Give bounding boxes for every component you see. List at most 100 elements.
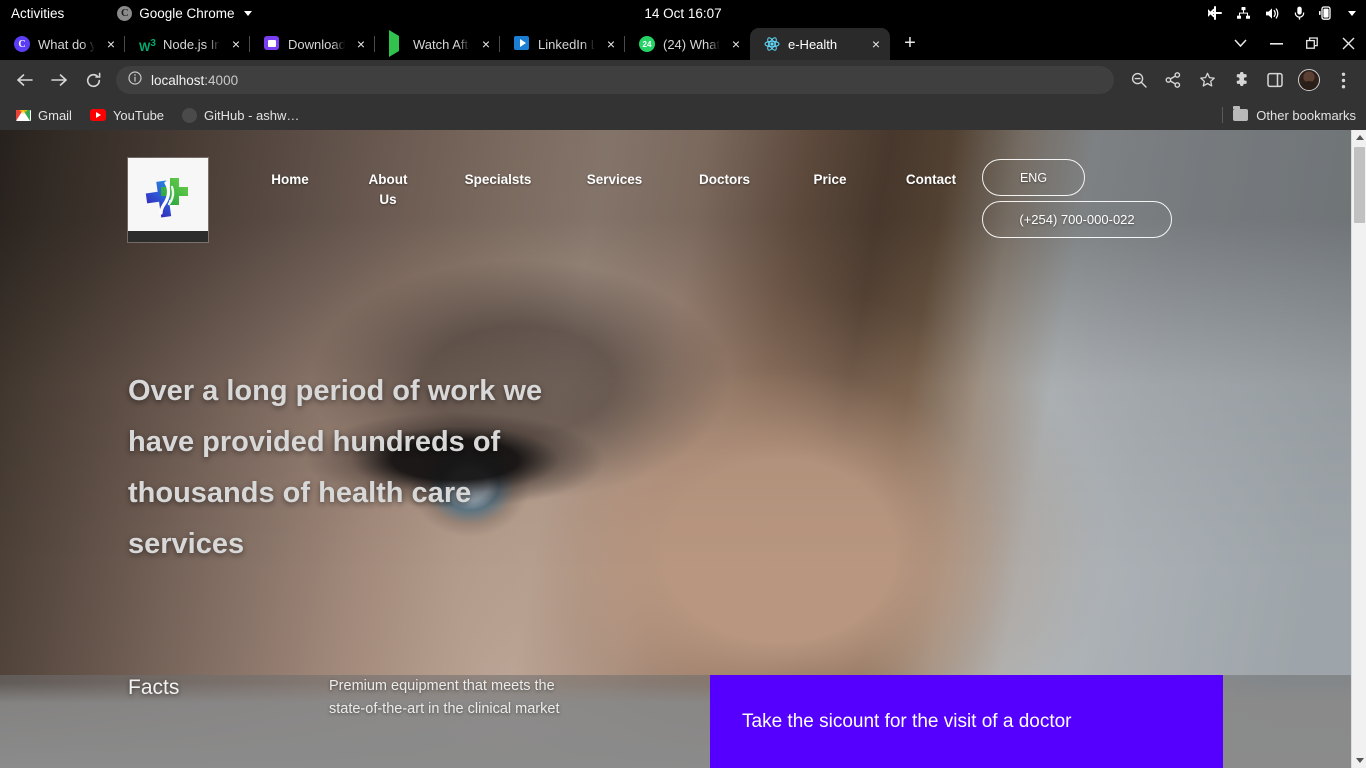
- hero-heading: Over a long period of work we have provi…: [128, 366, 643, 570]
- extensions-icon[interactable]: [1224, 63, 1258, 97]
- page-scrollbar[interactable]: [1351, 130, 1366, 768]
- browser-tab[interactable]: W3 Node.js Introd ×: [125, 28, 250, 60]
- network-icon: [1236, 6, 1251, 20]
- app-menu-label: Google Chrome: [139, 5, 235, 21]
- browser-tab[interactable]: C What do you h ×: [0, 28, 125, 60]
- browser-tab[interactable]: Watch After E ×: [375, 28, 500, 60]
- browser-tab-active[interactable]: e-Health ×: [750, 28, 890, 60]
- toolbar-right-actions: [1122, 63, 1366, 97]
- hero-heading-line: thousands of health care: [128, 477, 472, 509]
- battery-icon: [1319, 6, 1332, 20]
- nav-item-contact[interactable]: Contact: [891, 170, 971, 190]
- download-icon: [264, 36, 280, 52]
- whatsapp-icon: 24: [639, 36, 655, 52]
- tab-title: (24) WhatsApp: [663, 36, 720, 52]
- browser-tab[interactable]: 24 (24) WhatsApp ×: [625, 28, 750, 60]
- youtube-icon: [89, 109, 106, 121]
- bookmark-gmail[interactable]: Gmail: [7, 103, 81, 127]
- tab-close-button[interactable]: ×: [353, 36, 369, 52]
- react-icon: [764, 36, 780, 52]
- medical-cross-logo-icon: [145, 178, 188, 218]
- tab-close-button[interactable]: ×: [478, 36, 494, 52]
- facts-description: Premium equipment that meets the state-o…: [329, 678, 560, 717]
- site-logo[interactable]: [128, 158, 208, 242]
- browser-tab[interactable]: LinkedIn Learn ×: [500, 28, 625, 60]
- promo-banner[interactable]: Take the sicount for the visit of a doct…: [710, 675, 1223, 768]
- tab-close-button[interactable]: ×: [868, 36, 884, 52]
- tab-close-button[interactable]: ×: [228, 36, 244, 52]
- activities-button[interactable]: Activities: [11, 6, 64, 21]
- system-menu-caret-icon: [1348, 10, 1356, 16]
- tab-close-button[interactable]: ×: [103, 36, 119, 52]
- facts-label: Facts: [128, 676, 180, 699]
- language-button[interactable]: ENG: [982, 159, 1085, 196]
- nav-item-about-us[interactable]: About Us: [353, 170, 423, 210]
- profile-avatar[interactable]: [1292, 63, 1326, 97]
- back-icon[interactable]: [8, 63, 42, 97]
- app-menu-google-chrome[interactable]: C Google Chrome: [117, 5, 252, 21]
- zoom-out-icon[interactable]: [1122, 63, 1156, 97]
- chevron-down-icon: [243, 10, 252, 16]
- linkedin-icon: [514, 36, 530, 52]
- forward-icon[interactable]: [42, 63, 76, 97]
- reload-icon[interactable]: [76, 63, 110, 97]
- chrome-icon: C: [117, 5, 133, 21]
- tab-title: Watch After E: [413, 36, 470, 52]
- volume-icon: [1265, 7, 1280, 20]
- bookmark-github[interactable]: GitHub - ashw…: [173, 103, 308, 127]
- site-header: Home About Us Specialsts Services Doctor…: [0, 130, 1354, 250]
- bookmark-youtube[interactable]: YouTube: [81, 103, 173, 127]
- nav-item-home[interactable]: Home: [255, 170, 325, 190]
- share-icon[interactable]: [1156, 63, 1190, 97]
- bookmarks-bar: Gmail YouTube GitHub - ashw… Other bookm…: [0, 100, 1366, 130]
- site-info-icon[interactable]: [128, 70, 142, 90]
- hero-heading-line: services: [128, 528, 245, 560]
- nav-item-services[interactable]: Services: [577, 170, 652, 190]
- tab-close-button[interactable]: ×: [728, 36, 744, 52]
- hero-heading-line: Over a long period of work we: [128, 375, 543, 407]
- tab-close-button[interactable]: ×: [603, 36, 619, 52]
- nav-item-price[interactable]: Price: [800, 170, 860, 190]
- divider: [1222, 107, 1224, 123]
- browser-tab[interactable]: Download and ×: [250, 28, 375, 60]
- hero-heading-line: have provided hundreds of: [128, 426, 501, 458]
- bookmark-label: YouTube: [112, 107, 165, 123]
- nav-item-specialsts[interactable]: Specialsts: [453, 170, 543, 190]
- maximize-restore-button[interactable]: [1294, 29, 1330, 57]
- gmail-icon: [16, 109, 31, 121]
- minimize-button[interactable]: [1258, 29, 1294, 57]
- github-icon: [182, 107, 198, 123]
- tab-title: LinkedIn Learn: [538, 36, 595, 52]
- new-tab-button[interactable]: +: [896, 30, 924, 58]
- chrome-menu-icon[interactable]: [1326, 63, 1360, 97]
- phone-number-button[interactable]: (+254) 700-000-022: [982, 201, 1172, 238]
- address-bar-text: localhost:4000: [151, 72, 239, 88]
- browser-toolbar: localhost:4000: [0, 60, 1366, 100]
- network-vpn-icon: [1208, 6, 1222, 20]
- bookmark-label: Gmail: [38, 107, 72, 123]
- page-viewport: Home About Us Specialsts Services Doctor…: [0, 130, 1366, 768]
- tab-title: Download and: [288, 36, 345, 52]
- other-bookmarks-button[interactable]: Other bookmarks: [1222, 106, 1366, 123]
- system-tray[interactable]: [1208, 6, 1356, 20]
- scrollbar-thumb[interactable]: [1354, 147, 1365, 223]
- tab-title: Node.js Introd: [163, 36, 220, 52]
- bookmark-star-icon[interactable]: [1190, 63, 1224, 97]
- scroll-down-arrow-icon[interactable]: [1352, 753, 1366, 768]
- site-nav: Home About Us Specialsts Services Doctor…: [255, 170, 975, 210]
- close-window-button[interactable]: [1330, 29, 1366, 57]
- folder-icon: [1233, 106, 1249, 121]
- w3schools-icon: W3: [139, 38, 156, 54]
- browser-tab-strip: C What do you h × W3 Node.js Introd × Do…: [0, 26, 1366, 60]
- microphone-icon: [1294, 6, 1305, 20]
- window-controls: [1222, 29, 1366, 57]
- nav-item-doctors[interactable]: Doctors: [687, 170, 762, 190]
- promo-banner-text: Take the sicount for the visit of a doct…: [742, 710, 1072, 732]
- claude-icon: C: [14, 36, 30, 52]
- side-panel-icon[interactable]: [1258, 63, 1292, 97]
- address-bar[interactable]: localhost:4000: [116, 66, 1114, 94]
- bookmark-label: GitHub - ashw…: [204, 107, 300, 123]
- scroll-up-arrow-icon[interactable]: [1352, 130, 1366, 145]
- tab-title: e-Health: [788, 36, 838, 52]
- tab-search-icon[interactable]: [1222, 29, 1258, 57]
